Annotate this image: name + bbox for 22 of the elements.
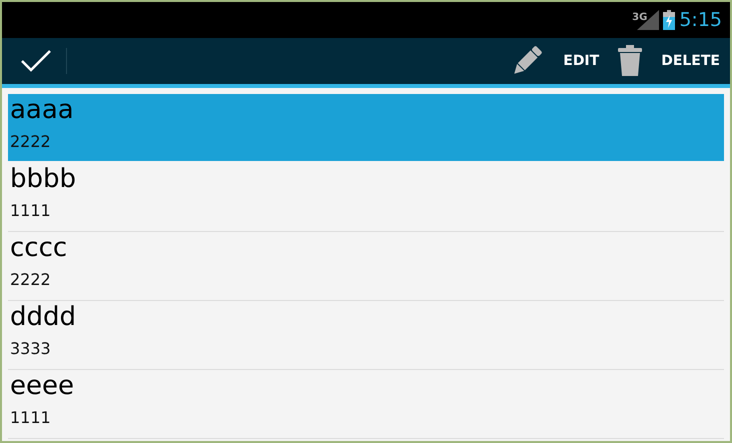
item-subtitle: 3333 <box>10 338 51 358</box>
item-title: dddd <box>10 303 76 333</box>
item-title: bbbb <box>10 165 76 195</box>
delete-button[interactable]: DELETE <box>651 38 730 84</box>
network-type: 3G <box>632 11 648 25</box>
list-item[interactable]: bbbb 1111 <box>8 163 724 232</box>
clock: 5:15 <box>679 8 722 33</box>
list-item[interactable]: dddd 3333 <box>8 301 724 370</box>
item-subtitle: 2222 <box>10 270 51 290</box>
list-item[interactable]: aaaa 2222 <box>8 94 724 161</box>
item-subtitle: 1111 <box>10 200 51 220</box>
item-title: cccc <box>10 234 68 264</box>
item-subtitle: 1111 <box>10 408 51 428</box>
checkmark-icon <box>20 49 52 73</box>
item-title: aaaa <box>10 96 74 126</box>
item-subtitle: 2222 <box>10 132 51 152</box>
edit-button[interactable]: EDIT <box>553 38 610 84</box>
item-title: eeee <box>10 372 74 402</box>
battery-icon <box>663 10 676 30</box>
list-item[interactable]: cccc 2222 <box>8 232 724 301</box>
list-item[interactable]: eeee 1111 <box>8 370 724 439</box>
trash-icon <box>617 45 644 77</box>
